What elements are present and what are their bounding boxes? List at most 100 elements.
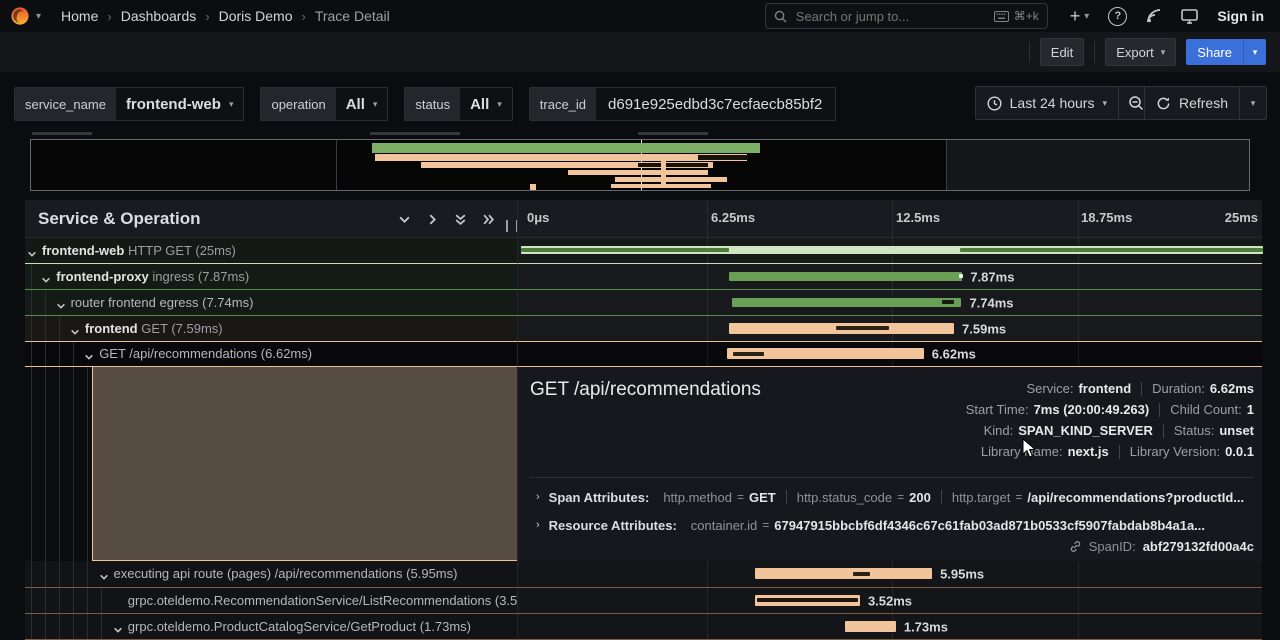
span-name-text: frontend-proxy ingress (7.87ms) xyxy=(56,268,249,286)
span-sub-segment xyxy=(960,248,1263,252)
span-duration-bar[interactable] xyxy=(845,621,896,632)
span-row-name[interactable]: frontend GET (7.59ms) xyxy=(25,316,517,342)
span-row-name[interactable]: frontend-web HTTP GET (25ms) xyxy=(25,238,517,264)
trace-table-header: Service & Operation 0μs6.25ms12.5ms18.75… xyxy=(25,200,1262,238)
edit-button[interactable]: Edit xyxy=(1040,38,1084,66)
timeline-gridline xyxy=(707,264,708,289)
span-row-timeline[interactable] xyxy=(517,238,1262,264)
sign-in-button[interactable]: Sign in xyxy=(1217,8,1264,24)
top-nav-bar: ▾ Home›Dashboards›Doris Demo›Trace Detai… xyxy=(0,0,1280,33)
span-duration-bar[interactable] xyxy=(727,348,923,359)
span-row-timeline[interactable]: 7.87ms xyxy=(517,264,1262,290)
display-button[interactable] xyxy=(1181,9,1198,24)
indent-guide xyxy=(31,316,32,341)
breadcrumb-item[interactable]: Dashboards xyxy=(121,8,197,24)
span-row-timeline[interactable]: 5.95ms xyxy=(517,561,1262,588)
collapse-all-icon[interactable] xyxy=(454,213,467,226)
span-row[interactable]: frontend GET (7.59ms)7.59ms xyxy=(25,316,1262,342)
span-duration-bar[interactable] xyxy=(729,323,954,334)
span-row[interactable]: grpc.oteldemo.RecommendationService/List… xyxy=(25,588,1262,614)
indent-guide xyxy=(59,561,60,587)
span-row-name[interactable]: GET /api/recommendations (6.62ms) xyxy=(25,342,517,367)
share-button[interactable]: Share ▾ xyxy=(1186,39,1266,65)
chevron-down-icon[interactable] xyxy=(56,298,66,316)
add-button[interactable]: + ▾ xyxy=(1070,7,1090,25)
status-select[interactable]: All ▾ xyxy=(460,88,512,120)
breadcrumb-item: Trace Detail xyxy=(315,8,390,24)
span-row-timeline[interactable]: 3.52ms xyxy=(517,588,1262,614)
chevron-down-icon[interactable] xyxy=(84,349,94,367)
chevron-down-icon[interactable] xyxy=(41,272,51,290)
span-row-timeline[interactable]: 6.62ms xyxy=(517,342,1262,367)
span-duration-bar[interactable] xyxy=(755,595,859,606)
axis-tick-label: 0μs xyxy=(527,210,549,225)
breadcrumb-item[interactable]: Home xyxy=(61,8,98,24)
attribute-value: GET xyxy=(749,490,776,505)
indent-guide xyxy=(31,264,32,289)
export-button[interactable]: Export ▾ xyxy=(1105,38,1176,66)
share-chevron-icon[interactable]: ▾ xyxy=(1243,39,1266,65)
grafana-logo-icon[interactable] xyxy=(10,6,30,26)
chevron-down-icon[interactable] xyxy=(99,569,109,587)
search-box[interactable]: ⌘+k xyxy=(765,3,1048,29)
service-name-select[interactable]: frontend-web ▾ xyxy=(116,88,244,120)
link-icon[interactable] xyxy=(1069,540,1082,553)
span-row-name[interactable]: grpc.oteldemo.ProductCatalogService/GetP… xyxy=(25,614,517,640)
attributes-row-label: Resource Attributes: xyxy=(549,518,677,533)
span-duration-label: 7.74ms xyxy=(969,295,1013,310)
expand-all-icon[interactable] xyxy=(482,213,495,226)
chevron-down-icon: ▾ xyxy=(1102,98,1107,109)
span-row-name[interactable]: router frontend egress (7.74ms) xyxy=(25,290,517,316)
collapse-one-icon[interactable] xyxy=(398,213,411,226)
refresh-interval-chevron-icon[interactable]: ▾ xyxy=(1239,87,1266,119)
timeline-gridline xyxy=(1078,316,1079,341)
span-row-timeline[interactable]: 7.59ms xyxy=(517,316,1262,342)
span-sub-segment xyxy=(836,326,889,330)
chevron-down-icon[interactable] xyxy=(70,324,80,342)
attribute-key: http.method xyxy=(663,490,732,505)
breadcrumb: Home›Dashboards›Doris Demo›Trace Detail xyxy=(61,8,390,24)
span-row-name[interactable]: executing api route (pages) /api/recomme… xyxy=(25,561,517,588)
chevron-down-icon[interactable] xyxy=(113,622,123,640)
span-row[interactable]: executing api route (pages) /api/recomme… xyxy=(25,561,1262,588)
trace-minimap[interactable] xyxy=(30,139,1250,191)
minimap-span-bar xyxy=(568,170,708,175)
indent-guide xyxy=(87,614,88,639)
span-row[interactable]: grpc.oteldemo.ProductCatalogService/GetP… xyxy=(25,614,1262,640)
expand-one-icon[interactable] xyxy=(426,213,439,226)
time-range-button[interactable]: Last 24 hours ▾ xyxy=(976,87,1118,119)
breadcrumb-item[interactable]: Doris Demo xyxy=(219,8,293,24)
span-row-name[interactable]: frontend-proxy ingress (7.87ms) xyxy=(25,264,517,290)
attribute-equals: = xyxy=(762,518,769,532)
span-duration-bar[interactable] xyxy=(755,568,932,579)
attributes-row[interactable]: ›Span Attributes:http.method=GEThttp.sta… xyxy=(536,487,1254,507)
news-button[interactable] xyxy=(1146,8,1162,24)
span-sub-segment xyxy=(733,352,764,356)
span-duration-bar[interactable] xyxy=(521,246,1263,254)
span-row[interactable]: router frontend egress (7.74ms) 7.74ms xyxy=(25,290,1262,316)
org-switcher-chevron-icon[interactable]: ▾ xyxy=(36,11,41,22)
span-row-timeline[interactable]: 1.73ms xyxy=(517,614,1262,640)
span-duration-bar[interactable] xyxy=(732,298,962,307)
span-row-timeline[interactable]: 7.74ms xyxy=(517,290,1262,316)
overview-value: SPAN_KIND_SERVER xyxy=(1018,423,1153,438)
attributes-row[interactable]: ›Resource Attributes:container.id=679479… xyxy=(536,515,1254,535)
span-overview-row: Kind:SPAN_KIND_SERVERStatus:unset xyxy=(966,420,1254,441)
span-row[interactable]: frontend-web HTTP GET (25ms) xyxy=(25,238,1262,264)
trace-id-input[interactable] xyxy=(606,95,825,114)
filter-bar: service_name frontend-web ▾ operation Al… xyxy=(0,86,1280,122)
span-row[interactable]: GET /api/recommendations (6.62ms)6.62ms xyxy=(25,342,1262,367)
refresh-button[interactable]: Refresh xyxy=(1145,87,1239,119)
overview-value: 0.0.1 xyxy=(1225,444,1254,459)
operation-select[interactable]: All ▾ xyxy=(336,88,388,120)
span-row-name[interactable]: grpc.oteldemo.RecommendationService/List… xyxy=(25,588,517,614)
span-name-text: grpc.oteldemo.RecommendationService/List… xyxy=(128,592,517,610)
span-duration-bar[interactable] xyxy=(729,272,963,281)
chevron-down-icon[interactable] xyxy=(27,246,37,264)
indent-guide xyxy=(59,342,60,366)
span-row[interactable]: frontend-proxy ingress (7.87ms) 7.87ms xyxy=(25,264,1262,290)
attributes-row-label: Span Attributes: xyxy=(549,490,650,505)
search-input[interactable] xyxy=(794,8,994,25)
help-button[interactable]: ? xyxy=(1108,7,1127,26)
span-name-text: router frontend egress (7.74ms) xyxy=(71,294,254,312)
